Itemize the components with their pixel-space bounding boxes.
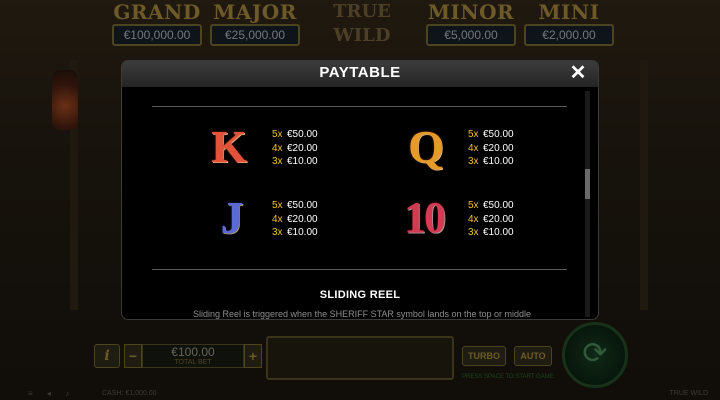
pay-multiplier: 3x (468, 227, 479, 238)
pay-row: 5x €50.00 (272, 128, 362, 142)
pay-amount: €10.00 (483, 227, 514, 238)
pay-amount: €10.00 (287, 227, 318, 238)
pay-amount: €50.00 (483, 129, 514, 140)
sliding-reel-heading: SLIDING REEL (319, 289, 401, 301)
pay-row: 4x €20.00 (468, 213, 558, 227)
pay-row: 3x €10.00 (468, 226, 558, 240)
pay-multiplier: 3x (272, 156, 283, 167)
symbol-k-icon: K (211, 121, 247, 172)
modal-header: PAYTABLE ✕ (122, 61, 598, 87)
pay-amount: €20.00 (483, 213, 514, 225)
pay-multiplier: 3x (272, 227, 283, 238)
pay-row: 5x €50.00 (468, 128, 558, 142)
pay-row: 5x €50.00 (468, 199, 558, 213)
pay-amount: €20.00 (483, 142, 514, 154)
symbol-q-icon: Q (408, 121, 444, 172)
pay-multiplier: 5x (468, 200, 479, 211)
pay-multiplier: 4x (468, 142, 479, 154)
pay-multiplier: 5x (272, 200, 283, 211)
pay-row: 4x €20.00 (468, 142, 558, 156)
pay-amount: €50.00 (287, 200, 318, 211)
symbol-k-pays: 5x €50.00 4x €20.00 3x €10.00 (272, 128, 362, 169)
sliding-reel-description: Sliding Reel is triggered when the SHERI… (193, 309, 531, 319)
close-icon[interactable]: ✕ (568, 62, 588, 84)
pay-amount: €50.00 (287, 129, 318, 140)
pay-amount: €20.00 (287, 213, 318, 225)
divider (152, 106, 567, 107)
pay-row: 4x €20.00 (272, 142, 362, 156)
pay-multiplier: 5x (468, 129, 479, 140)
pay-row: 3x €10.00 (272, 155, 362, 169)
scrollbar-thumb[interactable] (585, 169, 590, 199)
symbol-j-icon: J (220, 192, 244, 243)
symbol-q-pays: 5x €50.00 4x €20.00 3x €10.00 (468, 128, 558, 169)
modal-title: PAYTABLE (319, 64, 401, 81)
symbol-10-icon: 10 (404, 193, 446, 242)
pay-row: 3x €10.00 (468, 155, 558, 169)
pay-multiplier: 4x (272, 213, 283, 225)
modal-scrollbar[interactable] (585, 91, 590, 317)
symbol-j-pays: 5x €50.00 4x €20.00 3x €10.00 (272, 199, 362, 240)
pay-multiplier: 5x (272, 129, 283, 140)
pay-row: 3x €10.00 (272, 226, 362, 240)
symbol-10-pays: 5x €50.00 4x €20.00 3x €10.00 (468, 199, 558, 240)
pay-amount: €20.00 (287, 142, 318, 154)
pay-row: 4x €20.00 (272, 213, 362, 227)
pay-amount: €10.00 (483, 156, 514, 167)
paytable-modal: PAYTABLE ✕ K 5x €50.00 4x €20.00 3x €10.00 … (122, 61, 598, 319)
divider (152, 269, 567, 270)
pay-multiplier: 4x (468, 213, 479, 225)
pay-row: 5x €50.00 (272, 199, 362, 213)
pay-amount: €50.00 (483, 200, 514, 211)
pay-multiplier: 3x (468, 156, 479, 167)
pay-amount: €10.00 (287, 156, 318, 167)
pay-multiplier: 4x (272, 142, 283, 154)
